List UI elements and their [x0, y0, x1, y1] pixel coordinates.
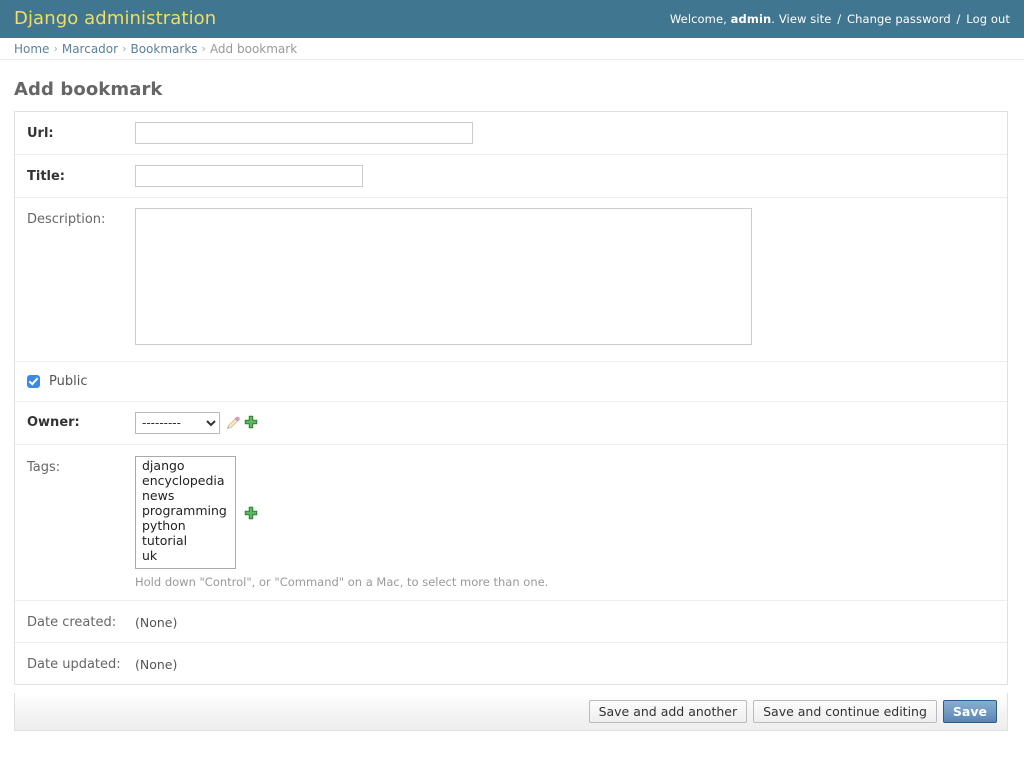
- save-and-continue-editing-button[interactable]: Save and continue editing: [753, 699, 937, 723]
- admin-header: Django administration Welcome, admin. Vi…: [0, 0, 1024, 38]
- description-textarea[interactable]: [135, 208, 752, 345]
- tags-help-text: Hold down "Control", or "Command" on a M…: [135, 575, 549, 589]
- form-row-title: Title:: [15, 155, 1007, 198]
- username: admin: [730, 12, 772, 26]
- form-row-owner: Owner: ---------: [15, 402, 1007, 445]
- breadcrumb-bookmarks[interactable]: Bookmarks: [130, 42, 197, 56]
- user-tools: Welcome, admin. View site / Change passw…: [670, 12, 1010, 26]
- tags-label: Tags:: [27, 460, 61, 475]
- public-checkbox-group[interactable]: Public: [27, 374, 135, 389]
- user-tools-separator-2: /: [956, 12, 961, 26]
- description-field-body: [135, 208, 995, 349]
- tag-option[interactable]: django: [140, 458, 235, 473]
- breadcrumb-home[interactable]: Home: [14, 42, 49, 56]
- save-button[interactable]: Save: [942, 699, 997, 723]
- title-input[interactable]: [135, 165, 363, 187]
- breadcrumb-current: Add bookmark: [209, 41, 298, 56]
- breadcrumb-separator: ›: [53, 42, 58, 55]
- date-updated-label: Date updated:: [27, 656, 121, 672]
- form-row-tags: Tags: django encyclopedia news programmi…: [15, 445, 1007, 601]
- tag-option[interactable]: encyclopedia: [140, 473, 235, 488]
- tag-option[interactable]: usa: [140, 563, 235, 569]
- view-site-link[interactable]: View site: [779, 12, 832, 26]
- tag-option[interactable]: programming: [140, 503, 235, 518]
- url-input[interactable]: [135, 122, 473, 144]
- tag-option[interactable]: uk: [140, 548, 235, 563]
- public-checkbox[interactable]: [27, 375, 40, 388]
- tag-option[interactable]: python: [140, 518, 235, 533]
- change-password-link[interactable]: Change password: [847, 12, 951, 26]
- form-row-date-updated: Date updated: (None): [15, 642, 1007, 684]
- page-title: Add bookmark: [14, 79, 163, 100]
- plus-icon[interactable]: [244, 506, 258, 520]
- pencil-icon[interactable]: [225, 415, 241, 431]
- title-label: Title:: [27, 169, 66, 184]
- tags-field-body: django encyclopedia news programming pyt…: [135, 456, 995, 590]
- date-created-label: Date created:: [27, 614, 117, 630]
- tag-option[interactable]: news: [140, 488, 235, 503]
- form-row-date-created: Date created: (None): [15, 600, 1007, 643]
- content-area: Add bookmark Url: Title: Description: Pu…: [0, 60, 1024, 731]
- breadcrumb-separator: ›: [201, 42, 206, 55]
- breadcrumb-marcador[interactable]: Marcador: [62, 42, 118, 56]
- save-and-add-another-button[interactable]: Save and add another: [588, 699, 748, 723]
- tags-select-wrap: django encyclopedia news programming pyt…: [135, 456, 995, 569]
- bookmark-form: Url: Title: Description: Public Owner: -…: [14, 111, 1008, 731]
- public-label: Public: [49, 374, 88, 389]
- site-title: Django administration: [14, 8, 217, 29]
- owner-select[interactable]: ---------: [135, 412, 220, 434]
- form-row-url: Url:: [15, 112, 1007, 155]
- title-field-body: [135, 165, 995, 187]
- user-tools-separator-1: /: [837, 12, 842, 26]
- form-row-public: Public: [15, 362, 1007, 402]
- url-field-body: [135, 122, 995, 144]
- owner-field-body: ---------: [135, 412, 995, 434]
- form-row-description: Description:: [15, 198, 1007, 362]
- owner-label: Owner:: [27, 414, 80, 430]
- log-out-link[interactable]: Log out: [966, 12, 1010, 26]
- plus-icon[interactable]: [244, 415, 260, 431]
- url-label: Url:: [27, 126, 54, 141]
- date-created-value: (None): [135, 614, 178, 630]
- breadcrumb: Home › Marcador › Bookmarks › Add bookma…: [0, 38, 1024, 60]
- submit-row: Save and add another Save and continue e…: [14, 692, 1008, 731]
- welcome-period: .: [771, 12, 776, 26]
- welcome-text: Welcome,: [669, 12, 727, 26]
- tag-option[interactable]: tutorial: [140, 533, 235, 548]
- date-updated-value: (None): [135, 656, 178, 672]
- tags-multiselect[interactable]: django encyclopedia news programming pyt…: [135, 456, 236, 569]
- breadcrumb-separator: ›: [122, 42, 127, 55]
- form-module: Url: Title: Description: Public Owner: -…: [14, 111, 1008, 685]
- description-label: Description:: [27, 212, 106, 227]
